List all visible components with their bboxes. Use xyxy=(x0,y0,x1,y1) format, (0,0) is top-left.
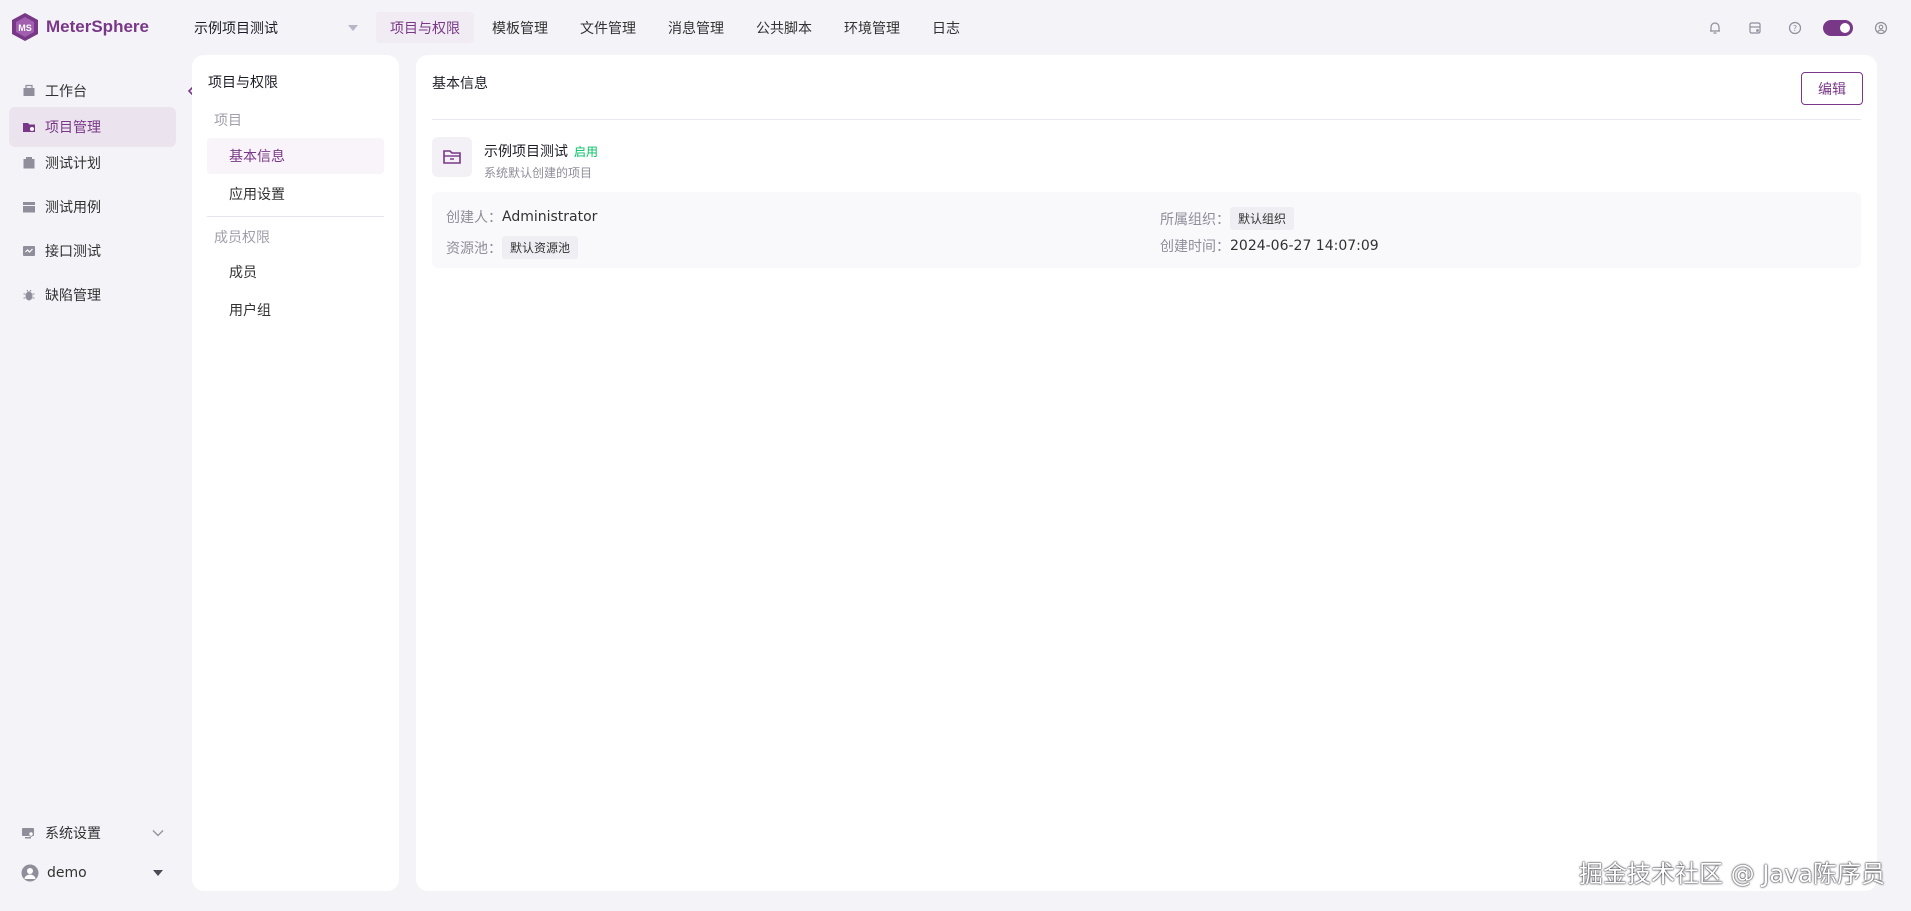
system-settings-label: 系统设置 xyxy=(45,826,101,842)
sidebar-item-label: 工作台 xyxy=(45,84,87,100)
pool-label: 资源池 xyxy=(446,240,488,257)
bell-icon[interactable] xyxy=(1703,16,1727,40)
user-settings-icon[interactable] xyxy=(1869,16,1893,40)
project-selector[interactable]: 示例项目测试 xyxy=(194,16,364,40)
creator-label: 创建人 xyxy=(446,210,488,226)
edit-button[interactable]: 编辑 xyxy=(1801,72,1863,105)
app-name: MeterSphere xyxy=(46,17,149,36)
info-organization: 所属组织： 默认组织 xyxy=(1160,207,1295,230)
settings-icon xyxy=(21,826,36,840)
menu-item-members[interactable]: 成员 xyxy=(207,254,384,290)
caret-down-icon xyxy=(348,25,358,31)
sidebar-item-label: 测试计划 xyxy=(45,156,101,172)
sidebar-item-bug-management[interactable]: 缺陷管理 xyxy=(9,275,176,315)
caret-down-icon xyxy=(152,865,164,881)
menu-group-members: 成员权限 xyxy=(214,230,270,246)
top-nav-project-permission[interactable]: 项目与权限 xyxy=(376,12,474,43)
top-nav-templates[interactable]: 模板管理 xyxy=(478,12,562,43)
info-resource-pool: 资源池： 默认资源池 xyxy=(446,236,579,259)
sidebar-item-label: 缺陷管理 xyxy=(45,288,101,304)
colon: ： xyxy=(488,240,502,257)
project-meta: 示例项目测试 启用 系统默认创建的项目 xyxy=(484,141,598,181)
top-nav-public-scripts[interactable]: 公共脚本 xyxy=(742,12,826,43)
svg-text:MS: MS xyxy=(18,23,32,33)
theme-toggle[interactable] xyxy=(1823,20,1853,36)
menu-item-app-settings[interactable]: 应用设置 xyxy=(207,176,384,212)
test-case-icon xyxy=(21,200,36,215)
workbench-icon xyxy=(21,84,36,99)
info-created-time: 创建时间： 2024-06-27 14:07:09 xyxy=(1160,236,1379,256)
task-icon[interactable] xyxy=(1743,16,1767,40)
sidebar-item-project-management[interactable]: 项目管理 xyxy=(9,107,176,147)
app-logo[interactable]: MS MeterSphere xyxy=(10,12,149,42)
sidebar-item-workbench[interactable]: 工作台 xyxy=(9,71,176,111)
project-selector-value: 示例项目测试 xyxy=(194,21,278,37)
colon: ： xyxy=(1216,211,1230,228)
sidebar-item-api-test[interactable]: 接口测试 xyxy=(9,231,176,271)
menu-item-user-groups[interactable]: 用户组 xyxy=(207,292,384,328)
created-value: 2024-06-27 14:07:09 xyxy=(1230,238,1379,254)
page-title: 基本信息 xyxy=(432,76,488,92)
project-card: 示例项目测试 启用 系统默认创建的项目 xyxy=(432,137,598,181)
header-divider xyxy=(432,119,1861,120)
svg-text:?: ? xyxy=(1793,24,1797,33)
sidebar: 工作台 项目管理 测试计划 测试用例 接口测试 缺陷管理 系统设置 demo xyxy=(0,55,184,911)
top-nav-logs[interactable]: 日志 xyxy=(918,12,974,43)
top-nav-messages[interactable]: 消息管理 xyxy=(654,12,738,43)
top-nav: 项目与权限 模板管理 文件管理 消息管理 公共脚本 环境管理 日志 xyxy=(376,12,978,43)
main-panel: 基本信息 编辑 示例项目测试 启用 系统默认创建的项目 创建人： Adminis… xyxy=(416,55,1877,891)
project-name-row: 示例项目测试 启用 xyxy=(484,141,598,161)
top-bar: MS MeterSphere 示例项目测试 项目与权限 模板管理 文件管理 消息… xyxy=(0,0,1911,55)
org-tag: 默认组织 xyxy=(1230,207,1295,230)
project-description: 系统默认创建的项目 xyxy=(484,166,593,180)
header-actions: ? xyxy=(1687,16,1893,40)
pool-tag: 默认资源池 xyxy=(502,236,579,259)
system-settings-menu[interactable]: 系统设置 xyxy=(9,815,176,851)
watermark: 掘金技术社区 @ Java陈序员 xyxy=(1579,860,1885,888)
username: demo xyxy=(47,865,87,881)
help-icon[interactable]: ? xyxy=(1783,16,1807,40)
top-nav-environments[interactable]: 环境管理 xyxy=(830,12,914,43)
metersphere-logo-icon: MS xyxy=(12,13,38,41)
sidebar-item-label: 测试用例 xyxy=(45,200,101,216)
sidebar-item-label: 接口测试 xyxy=(45,244,101,260)
project-name: 示例项目测试 xyxy=(484,144,568,160)
secondary-menu-title: 项目与权限 xyxy=(208,75,278,91)
sidebar-item-test-plan[interactable]: 测试计划 xyxy=(9,143,176,183)
secondary-menu: 项目与权限 项目 基本信息 应用设置 成员权限 成员 用户组 xyxy=(192,55,399,891)
colon: ： xyxy=(1216,239,1230,255)
folder-icon xyxy=(432,137,472,177)
project-info-box: 创建人： Administrator 资源池： 默认资源池 所属组织： 默认组织… xyxy=(432,192,1861,268)
menu-divider xyxy=(207,216,384,217)
created-label: 创建时间 xyxy=(1160,239,1216,255)
project-icon xyxy=(21,120,36,135)
status-badge: 启用 xyxy=(574,144,599,159)
menu-group-project: 项目 xyxy=(214,113,242,129)
user-menu[interactable]: demo xyxy=(9,855,176,891)
avatar-icon xyxy=(21,864,39,882)
api-test-icon xyxy=(21,244,36,259)
sidebar-item-label: 项目管理 xyxy=(45,120,101,136)
colon: ： xyxy=(488,210,502,226)
creator-value: Administrator xyxy=(502,209,598,225)
top-nav-files[interactable]: 文件管理 xyxy=(566,12,650,43)
menu-item-basic-info[interactable]: 基本信息 xyxy=(207,138,384,174)
org-label: 所属组织 xyxy=(1160,211,1216,228)
bug-icon xyxy=(21,288,36,303)
sidebar-item-test-case[interactable]: 测试用例 xyxy=(9,187,176,227)
info-creator: 创建人： Administrator xyxy=(446,207,597,227)
chevron-down-icon xyxy=(152,825,164,841)
test-plan-icon xyxy=(21,156,36,171)
